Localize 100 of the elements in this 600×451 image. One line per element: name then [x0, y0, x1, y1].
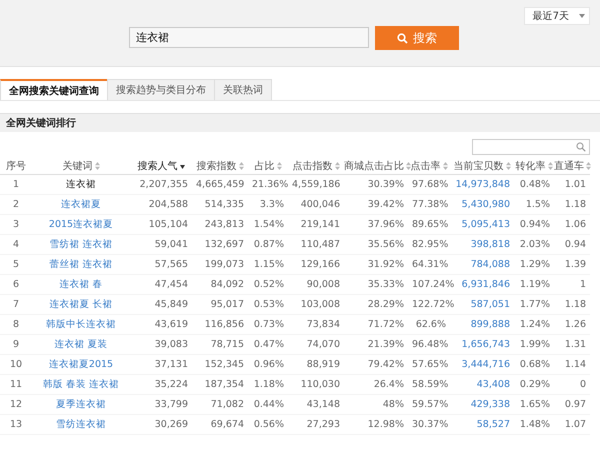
item-count-link[interactable]: 3,444,716	[462, 359, 510, 370]
table-cell: 62.6%	[416, 319, 446, 330]
table-cell: 1.99%	[520, 339, 550, 350]
table-cell: 1.19%	[520, 279, 550, 290]
table-cell: 187,354	[204, 379, 244, 390]
keyword-link[interactable]: 韩版中长连衣裙	[46, 319, 116, 330]
table-cell: 4,559,186	[292, 179, 340, 190]
table-cell: 71,082	[210, 399, 244, 410]
table-cell: 1.54%	[254, 219, 284, 230]
item-count-link[interactable]: 5,430,980	[462, 199, 510, 210]
item-count-link[interactable]: 398,818	[470, 239, 510, 250]
item-count-link[interactable]: 43,408	[476, 379, 510, 390]
item-count-link[interactable]: 58,527	[476, 419, 510, 430]
table-cell: 6	[12, 279, 20, 290]
sort-icon[interactable]	[334, 162, 340, 170]
column-header[interactable]: 商城点击占比	[344, 159, 404, 173]
table-cell: 0.48%	[520, 179, 550, 190]
keyword-link[interactable]: 连衣裙夏2015	[48, 359, 114, 370]
table-cell: 39.42%	[368, 199, 404, 210]
sort-icon[interactable]	[548, 162, 552, 170]
table-cell: 47,454	[154, 279, 188, 290]
column-header[interactable]: 序号	[6, 159, 26, 173]
table-cell: 129,166	[300, 259, 340, 270]
table-cell: 11	[10, 379, 22, 390]
search-button[interactable]: 搜索	[375, 26, 459, 50]
table-cell: 0.68%	[520, 359, 550, 370]
table-cell: 1.48%	[520, 419, 550, 430]
table-cell: 514,335	[204, 199, 244, 210]
table-cell: 0.73%	[254, 319, 284, 330]
column-header[interactable]: 直通车	[554, 159, 584, 173]
item-count-link[interactable]: 784,088	[470, 259, 510, 270]
item-count-link[interactable]: 5,095,413	[462, 219, 510, 230]
search-icon	[576, 142, 586, 152]
table-cell: 35.33%	[368, 279, 404, 290]
column-header[interactable]: 占比	[254, 159, 274, 173]
keyword-link[interactable]: 连衣裙 夏装	[54, 339, 108, 350]
keyword-link[interactable]: 连衣裙 春	[59, 279, 103, 290]
keyword-link[interactable]: 2015连衣裙夏	[48, 219, 114, 230]
sort-icon[interactable]	[406, 162, 411, 170]
table-cell: 1	[12, 179, 20, 190]
column-header[interactable]: 点击指数	[292, 159, 332, 173]
period-dropdown[interactable]: 最近7天	[524, 7, 590, 25]
item-count-link[interactable]: 899,888	[470, 319, 510, 330]
keyword-link[interactable]: 连衣裙夏	[61, 199, 101, 210]
table-cell: 35,224	[154, 379, 188, 390]
table-cell: 84,092	[210, 279, 244, 290]
table-cell: 3	[12, 219, 20, 230]
sort-icon[interactable]	[442, 162, 448, 170]
keyword-link[interactable]: 蕾丝裙 连衣裙	[49, 259, 113, 270]
table-cell: 37.96%	[368, 219, 404, 230]
filter-field[interactable]	[472, 139, 590, 155]
table-cell: 78,715	[210, 339, 244, 350]
table-cell: 105,104	[148, 219, 188, 230]
item-count-link[interactable]: 1,656,743	[462, 339, 510, 350]
column-header[interactable]: 当前宝贝数	[454, 159, 504, 173]
sort-icon[interactable]	[276, 162, 282, 170]
table-cell: 31.92%	[368, 259, 404, 270]
table-cell: 107.24%	[412, 279, 454, 290]
table-cell: 58.59%	[412, 379, 448, 390]
table-cell: 43,619	[154, 319, 188, 330]
keyword-link[interactable]: 雪纺连衣裙	[56, 419, 106, 430]
item-count-link[interactable]: 6,931,846	[462, 279, 510, 290]
table-cell: 0	[580, 379, 586, 390]
column-header[interactable]: 点击率	[410, 159, 440, 173]
tab[interactable]: 全网搜索关键词查询	[0, 79, 108, 100]
search-icon	[397, 32, 408, 44]
table-cell: 77.38%	[412, 199, 448, 210]
sort-descending-icon[interactable]	[180, 162, 184, 170]
keyword-link[interactable]: 韩版 春装 连衣裙	[42, 379, 120, 390]
table-cell: 30.37%	[412, 419, 448, 430]
sort-icon[interactable]	[586, 162, 591, 170]
table-cell: 1.18%	[254, 379, 284, 390]
sort-icon[interactable]	[506, 162, 510, 170]
table-cell: 103,008	[300, 299, 340, 310]
keyword-link[interactable]: 连衣裙	[66, 179, 96, 190]
item-count-link[interactable]: 587,051	[470, 299, 510, 310]
table-cell: 95,017	[210, 299, 244, 310]
table-cell: 0.96%	[254, 359, 284, 370]
column-header[interactable]: 转化率	[516, 159, 546, 173]
column-header[interactable]: 搜索人气	[138, 159, 178, 173]
keyword-link[interactable]: 雪纺裙 连衣裙	[49, 239, 113, 250]
table-cell: 59.57%	[412, 399, 448, 410]
table-cell: 1.31	[564, 339, 586, 350]
keyword-link[interactable]: 夏季连衣裙	[56, 399, 106, 410]
sort-icon[interactable]	[94, 162, 100, 170]
item-count-link[interactable]: 14,973,848	[456, 179, 510, 190]
keyword-link[interactable]: 连衣裙夏 长裙	[49, 299, 113, 310]
table-cell: 35.56%	[368, 239, 404, 250]
column-header[interactable]: 关键词	[62, 159, 92, 173]
tab[interactable]: 关联热词	[214, 79, 272, 100]
column-header[interactable]: 搜索指数	[196, 159, 236, 173]
caret-icon	[579, 14, 585, 18]
tab[interactable]: 搜索趋势与类目分布	[107, 79, 215, 100]
item-count-link[interactable]: 429,338	[470, 399, 510, 410]
sort-icon[interactable]	[238, 162, 244, 170]
search-field[interactable]: 连衣裙	[129, 27, 369, 48]
table-cell: 0.87%	[254, 239, 284, 250]
table-cell: 1.24%	[520, 319, 550, 330]
table-cell: 45,849	[154, 299, 188, 310]
table-cell: 0.29%	[520, 379, 550, 390]
